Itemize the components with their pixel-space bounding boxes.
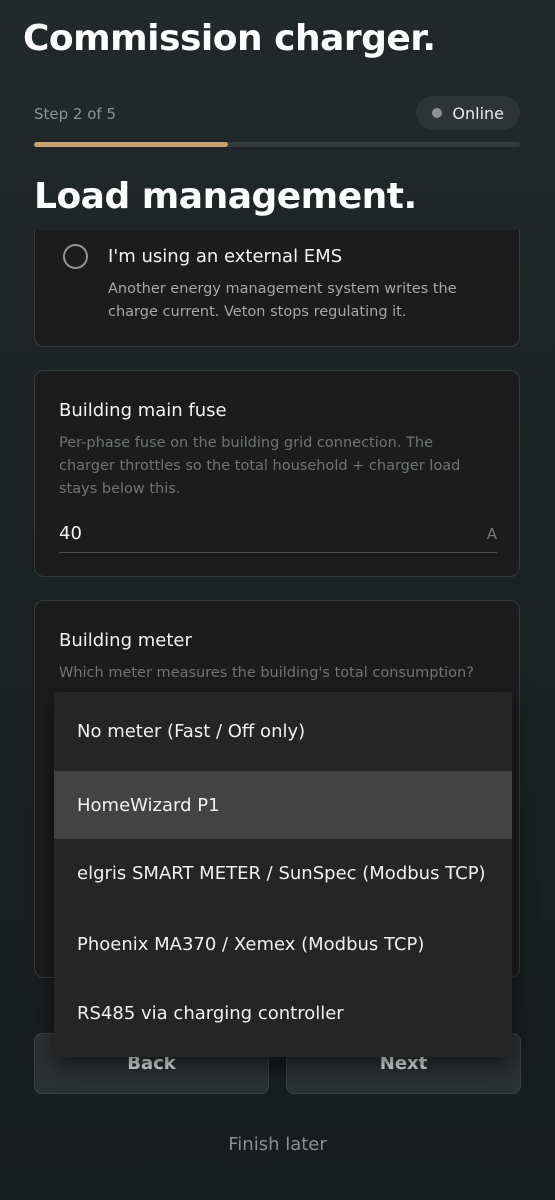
ems-option-description: Another energy management system writes …	[108, 281, 457, 320]
main-fuse-value[interactable]: 40	[59, 523, 82, 544]
section-title: Load management.	[34, 176, 417, 217]
status-badge: Online	[416, 96, 520, 130]
meter-option[interactable]: RS485 via charging controller	[54, 981, 512, 1045]
ems-option-card[interactable]: I'm using an external EMS Another energy…	[34, 230, 520, 347]
main-fuse-label: Building main fuse	[59, 400, 227, 421]
meter-option-selected[interactable]: HomeWizard P1	[54, 771, 512, 839]
meter-option[interactable]: Phoenix MA370 / Xemex (Modbus TCP)	[54, 907, 512, 981]
progress-bar	[34, 142, 520, 147]
main-fuse-input[interactable]: 40 A	[59, 519, 497, 553]
main-fuse-card: Building main fuse Per-phase fuse on the…	[34, 370, 520, 577]
ems-option-title: I'm using an external EMS	[108, 246, 343, 267]
status-dot-icon	[432, 108, 443, 118]
building-meter-label: Building meter	[59, 630, 192, 651]
page-title: Commission charger.	[23, 18, 436, 59]
step-label: Step 2 of 5	[34, 105, 117, 123]
main-fuse-unit: A	[486, 525, 497, 543]
radio-unchecked-icon[interactable]	[63, 244, 88, 269]
status-label: Online	[452, 103, 504, 123]
meter-option[interactable]: elgris SMART METER / SunSpec (Modbus TCP…	[54, 839, 512, 907]
building-meter-help: Which meter measures the building's tota…	[59, 665, 474, 681]
main-fuse-help: Per-phase fuse on the building grid conn…	[59, 435, 461, 497]
finish-later-link[interactable]: Finish later	[0, 1134, 555, 1155]
progress-fill	[34, 142, 229, 147]
meter-dropdown-menu[interactable]: No meter (Fast / Off only) HomeWizard P1…	[54, 692, 512, 1057]
step-header: Step 2 of 5 Online	[34, 96, 520, 130]
meter-option[interactable]: No meter (Fast / Off only)	[54, 692, 512, 771]
